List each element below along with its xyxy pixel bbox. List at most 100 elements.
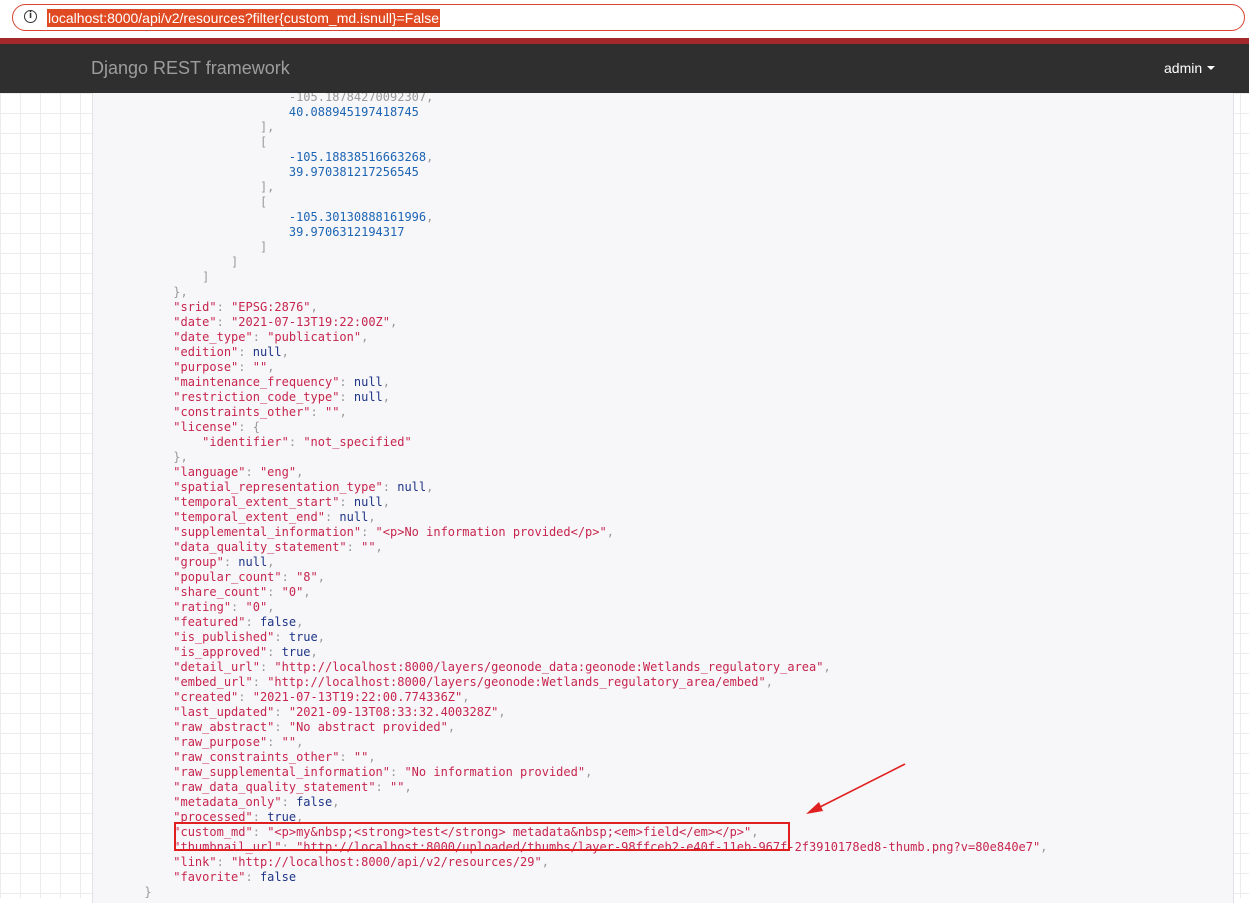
json-token: : — [339, 390, 354, 404]
json-line: 39.970381217256545 — [101, 165, 419, 179]
json-token: ] — [259, 240, 268, 254]
json-token: "rating" — [173, 600, 232, 614]
json-token: "identifier" — [202, 435, 289, 449]
json-token: null — [353, 495, 383, 509]
json-token: "link" — [173, 855, 217, 869]
json-token: , — [447, 720, 456, 734]
json-token: : { — [238, 420, 260, 434]
json-token: -105.18784270092307, — [288, 93, 434, 104]
json-token: , — [317, 570, 325, 584]
json-line: "identifier": "not_specified" — [101, 435, 412, 449]
json-token: false — [296, 795, 333, 809]
json-token: , — [390, 315, 398, 329]
json-token: ] — [231, 255, 239, 269]
url-input[interactable]: i localhost:8000/api/v2/resources?filter… — [12, 4, 1245, 31]
json-line: "restriction_code_type": null, — [101, 390, 390, 404]
json-token: : — [245, 615, 260, 629]
json-token: "is_approved" — [173, 645, 268, 659]
json-token: : — [382, 480, 398, 494]
json-token: : — [339, 495, 354, 509]
json-token: "raw_purpose" — [173, 735, 268, 749]
json-token: , — [267, 360, 275, 374]
json-token: , — [296, 735, 304, 749]
json-token: : — [216, 300, 232, 314]
json-token: } — [144, 885, 152, 899]
json-line: "supplemental_information": "<p>No infor… — [101, 525, 614, 539]
json-token: , — [296, 465, 304, 479]
json-token: "No information provided" — [404, 765, 586, 779]
json-line: ], — [101, 120, 274, 134]
json-token: "featured" — [173, 615, 246, 629]
json-token: "raw_abstract" — [173, 720, 275, 734]
json-token: "constraints_other" — [173, 405, 311, 419]
json-line: "purpose": "", — [101, 360, 274, 374]
json-token: ], — [259, 180, 275, 194]
json-line: "metadata_only": false, — [101, 795, 339, 809]
info-icon[interactable]: i — [24, 10, 37, 23]
json-token: : — [259, 660, 275, 674]
json-token: : — [231, 600, 246, 614]
json-line: "temporal_extent_end": null, — [101, 510, 376, 524]
json-line: "favorite": false — [101, 870, 296, 884]
json-token: 39.970381217256545 — [288, 165, 419, 179]
navbar: Django REST framework admin — [0, 44, 1249, 93]
annotation-highlight-box — [174, 822, 790, 851]
json-token: , — [382, 375, 391, 389]
json-token: "embed_url" — [173, 675, 253, 689]
json-token: : — [339, 750, 354, 764]
json-token: : — [339, 375, 354, 389]
json-token: "language" — [173, 465, 246, 479]
json-line: "language": "eng", — [101, 465, 303, 479]
json-token: , — [332, 795, 340, 809]
json-token: "" — [252, 360, 268, 374]
json-token: "maintenance_frequency" — [173, 375, 340, 389]
json-token: : — [375, 780, 390, 794]
json-line: "license": { — [101, 420, 260, 434]
json-token: "" — [361, 540, 376, 554]
json-token: , — [382, 390, 391, 404]
json-token: null — [339, 510, 369, 524]
json-token: : — [216, 855, 232, 869]
json-token: "http://localhost:8000/layers/geonode_da… — [274, 660, 824, 674]
json-line: "created": "2021-07-13T19:22:00.774336Z"… — [101, 690, 469, 704]
json-token: "<p>No information provided</p>" — [375, 525, 607, 539]
browser-address-bar: i localhost:8000/api/v2/resources?filter… — [0, 0, 1249, 38]
json-line: ] — [101, 270, 209, 284]
json-token: null — [252, 345, 282, 359]
json-token: [ — [259, 135, 268, 149]
json-line: "link": "http://localhost:8000/api/v2/re… — [101, 855, 549, 869]
json-token: , — [541, 855, 549, 869]
json-token: , — [1040, 840, 1048, 854]
json-token: "0" — [281, 585, 304, 599]
json-line: "edition": null, — [101, 345, 289, 359]
json-token: "http://localhost:8000/api/v2/resources/… — [231, 855, 542, 869]
json-token: , — [368, 750, 376, 764]
json-line: "popular_count": "8", — [101, 570, 325, 584]
json-token: "is_published" — [173, 630, 275, 644]
json-token: : — [267, 645, 282, 659]
json-token: null — [353, 375, 383, 389]
json-token: , — [368, 510, 376, 524]
json-token: "raw_constraints_other" — [173, 750, 340, 764]
json-token: -105.30130888161996 — [288, 210, 427, 224]
json-token: "date_type" — [173, 330, 253, 344]
json-token: "" — [353, 750, 369, 764]
json-line: ] — [101, 240, 267, 254]
json-line: }, — [101, 285, 187, 299]
json-token: null — [353, 390, 383, 404]
json-token: "raw_data_quality_statement" — [173, 780, 376, 794]
json-token: "last_updated" — [173, 705, 275, 719]
user-menu-toggle[interactable]: admin — [1164, 60, 1216, 76]
url-text[interactable]: localhost:8000/api/v2/resources?filter{c… — [47, 9, 441, 27]
json-token: "group" — [173, 555, 224, 569]
json-token: "popular_count" — [173, 570, 282, 584]
json-token: [ — [259, 195, 268, 209]
json-line: 40.088945197418745 — [101, 105, 419, 119]
caret-down-icon — [1207, 66, 1216, 71]
json-token: : — [274, 630, 289, 644]
json-line: "raw_data_quality_statement": "", — [101, 780, 411, 794]
json-token: "data_quality_statement" — [173, 540, 347, 554]
json-line: ] — [101, 255, 238, 269]
brand-link[interactable]: Django REST framework — [91, 58, 290, 79]
json-token: -105.18838516663268 — [288, 150, 427, 164]
